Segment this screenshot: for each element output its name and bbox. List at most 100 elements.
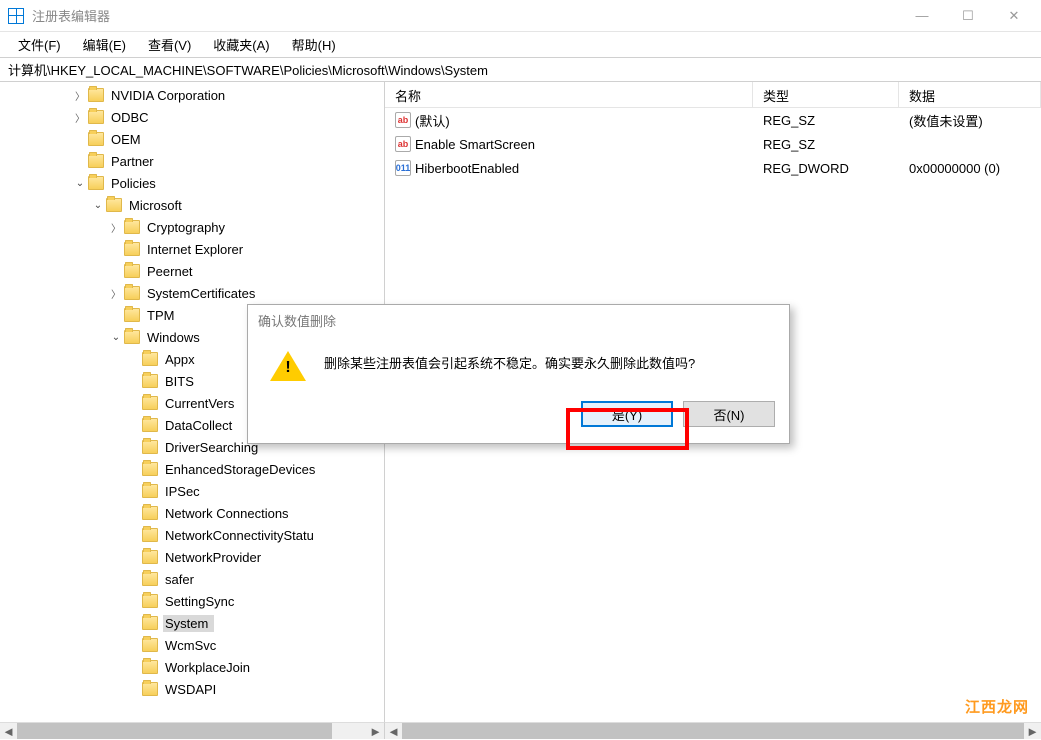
value-type: REG_DWORD <box>753 160 899 177</box>
minimize-button[interactable]: — <box>899 1 945 31</box>
menu-edit[interactable]: 编辑(E) <box>73 33 136 56</box>
column-name[interactable]: 名称 <box>385 82 753 107</box>
menu-file[interactable]: 文件(F) <box>8 33 71 56</box>
spacer-icon <box>126 615 142 631</box>
folder-icon <box>142 572 158 586</box>
tree-item-label: System <box>163 615 214 632</box>
bottom-scrollbars: ◄ ► ◄ ► <box>0 722 1041 739</box>
chevron-right-icon[interactable]: 〉 <box>72 87 88 103</box>
list-header: 名称 类型 数据 <box>385 82 1041 108</box>
folder-icon <box>124 308 140 322</box>
tree-item-label: Policies <box>109 175 158 192</box>
tree-item[interactable]: OEM <box>0 128 384 150</box>
tree-item[interactable]: NetworkConnectivityStatu <box>0 524 384 546</box>
folder-icon <box>88 176 104 190</box>
tree-item-label: ODBC <box>109 109 151 126</box>
scroll-left-icon[interactable]: ◄ <box>385 723 402 740</box>
chevron-down-icon[interactable]: ⌄ <box>108 329 124 345</box>
folder-icon <box>142 352 158 366</box>
tree-item-label: Microsoft <box>127 197 184 214</box>
tree-item[interactable]: 〉SystemCertificates <box>0 282 384 304</box>
tree-item[interactable]: ⌄ Microsoft <box>0 194 384 216</box>
tree-item[interactable]: Partner <box>0 150 384 172</box>
chevron-right-icon[interactable]: 〉 <box>108 285 124 301</box>
tree-item[interactable]: 〉 ODBC <box>0 106 384 128</box>
value-name: Enable SmartScreen <box>415 137 535 152</box>
spacer-icon <box>126 681 142 697</box>
tree-item-label: WorkplaceJoin <box>163 659 252 676</box>
folder-icon <box>142 616 158 630</box>
folder-icon <box>142 660 158 674</box>
value-row[interactable]: 011HiberbootEnabledREG_DWORD0x00000000 (… <box>385 156 1041 180</box>
tree-item[interactable]: WorkplaceJoin <box>0 656 384 678</box>
column-data[interactable]: 数据 <box>899 82 1041 107</box>
value-row[interactable]: ab(默认) REG_SZ(数值未设置) <box>385 108 1041 132</box>
column-type[interactable]: 类型 <box>753 82 899 107</box>
folder-icon <box>124 242 140 256</box>
chevron-down-icon[interactable]: ⌄ <box>90 197 106 213</box>
string-value-icon: ab <box>395 112 411 128</box>
tree-item[interactable]: Peernet <box>0 260 384 282</box>
menu-favorites[interactable]: 收藏夹(A) <box>203 33 279 56</box>
folder-icon <box>142 506 158 520</box>
spacer-icon <box>126 417 142 433</box>
scroll-right-icon[interactable]: ► <box>367 723 384 740</box>
value-name: HiberbootEnabled <box>415 161 519 176</box>
dialog-title: 确认数值删除 <box>248 305 789 335</box>
tree-item-label: SettingSync <box>163 593 236 610</box>
tree-item[interactable]: System <box>0 612 384 634</box>
tree-item[interactable]: IPSec <box>0 480 384 502</box>
tree-item[interactable]: 〉NVIDIA Corporation <box>0 84 384 106</box>
chevron-right-icon[interactable]: 〉 <box>108 219 124 235</box>
scroll-right-icon[interactable]: ► <box>1024 723 1041 740</box>
tree-item-label: TPM <box>145 307 176 324</box>
menu-help[interactable]: 帮助(H) <box>282 33 346 56</box>
scroll-left-icon[interactable]: ◄ <box>0 723 17 740</box>
no-button[interactable]: 否(N) <box>683 401 775 427</box>
maximize-button[interactable]: ☐ <box>945 1 991 31</box>
chevron-right-icon[interactable]: 〉 <box>72 109 88 125</box>
spacer-icon <box>126 593 142 609</box>
tree-item[interactable]: EnhancedStorageDevices <box>0 458 384 480</box>
value-type: REG_SZ <box>753 136 899 153</box>
spacer-icon <box>126 373 142 389</box>
tree-item-label: NetworkProvider <box>163 549 263 566</box>
tree-item-label: Windows <box>145 329 202 346</box>
app-icon <box>8 8 24 24</box>
tree-item-label: CurrentVers <box>163 395 236 412</box>
folder-icon <box>124 220 140 234</box>
value-data: (数值未设置) <box>899 110 1041 131</box>
tree-item[interactable]: SettingSync <box>0 590 384 612</box>
close-button[interactable]: ✕ <box>991 1 1037 31</box>
tree-item[interactable]: Network Connections <box>0 502 384 524</box>
value-list[interactable]: ab(默认) REG_SZ(数值未设置)ab Enable SmartScreen R… <box>385 108 1041 180</box>
tree-item[interactable]: 〉 Cryptography <box>0 216 384 238</box>
value-type: REG_SZ <box>753 112 899 129</box>
tree-item-label: safer <box>163 571 196 588</box>
tree-item-label: Appx <box>163 351 197 368</box>
tree-item[interactable]: Internet Explorer <box>0 238 384 260</box>
value-row[interactable]: abEnable SmartScreenREG_SZ <box>385 132 1041 156</box>
value-name: (默认) <box>415 111 450 130</box>
spacer-icon <box>108 241 124 257</box>
tree-item-label: Partner <box>109 153 156 170</box>
folder-icon <box>142 418 158 432</box>
spacer-icon <box>126 505 142 521</box>
yes-button[interactable]: 是(Y) <box>581 401 673 427</box>
tree-scrollbar[interactable]: ◄ ► <box>0 722 385 739</box>
address-bar[interactable]: 计算机\HKEY_LOCAL_MACHINE\SOFTWARE\Policies… <box>0 58 1041 82</box>
tree-item[interactable]: ⌄ Policies <box>0 172 384 194</box>
list-scrollbar[interactable]: ◄ ► <box>385 722 1041 739</box>
tree-item[interactable]: WSDAPI <box>0 678 384 700</box>
chevron-down-icon[interactable]: ⌄ <box>72 175 88 191</box>
tree-item[interactable]: safer <box>0 568 384 590</box>
tree-item[interactable]: NetworkProvider <box>0 546 384 568</box>
folder-icon <box>88 88 104 102</box>
folder-icon <box>142 638 158 652</box>
tree-item-label: Cryptography <box>145 219 227 236</box>
tree-item-label: WcmSvc <box>163 637 218 654</box>
tree-item-label: BITS <box>163 373 196 390</box>
value-data <box>899 143 1041 145</box>
tree-item[interactable]: WcmSvc <box>0 634 384 656</box>
menu-view[interactable]: 查看(V) <box>138 33 201 56</box>
